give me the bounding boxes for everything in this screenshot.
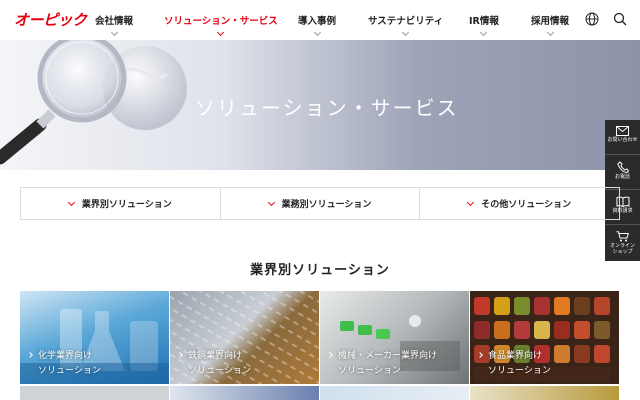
tab-label: その他ソリューション — [481, 200, 572, 210]
side-item-phone[interactable]: お電話 — [605, 155, 640, 190]
card-line2: ソリューション — [488, 366, 551, 376]
chevron-down-icon — [546, 28, 554, 37]
nav-label: 導入事例 — [298, 16, 337, 27]
card-line1: 化学業界向け — [38, 351, 93, 361]
card-line1: 機械・メーカー業界向け — [338, 351, 438, 361]
chevron-down-icon — [267, 198, 275, 206]
card-chemical[interactable]: 化学業界向け ソリューション — [20, 291, 169, 384]
nav-label: サステナビリティ — [368, 16, 444, 27]
solution-tabs: 業界別ソリューション 業務別ソリューション その他ソリューション — [20, 187, 620, 220]
nav-label: 会社情報 — [95, 16, 134, 27]
chevron-down-icon — [67, 198, 75, 206]
chevron-down-icon — [480, 28, 488, 37]
chevron-down-icon — [217, 28, 225, 37]
nav-ir[interactable]: IR情報 — [469, 13, 499, 37]
globe-icon[interactable] — [585, 12, 599, 26]
card-partial[interactable] — [20, 386, 169, 400]
nav-cases[interactable]: 導入事例 — [298, 13, 337, 37]
card-label: 鉄鋼業界向け ソリューション — [177, 349, 251, 379]
card-line2: ソリューション — [188, 366, 251, 376]
card-line2: ソリューション — [38, 366, 101, 376]
card-line1: 食品業界向け — [488, 351, 543, 361]
side-item-label: お問い合わせ — [607, 137, 638, 143]
chevron-down-icon — [313, 28, 321, 37]
card-food[interactable]: 食品業界向け ソリューション — [470, 291, 619, 384]
nav-sustainability[interactable]: サステナビリティ — [368, 13, 444, 37]
side-item-label: オンライン ショップ — [609, 243, 635, 255]
card-steel[interactable]: 鉄鋼業界向け ソリューション — [170, 291, 319, 384]
card-label: 食品業界向け ソリューション — [477, 349, 551, 379]
tab-label: 業界別ソリューション — [81, 200, 172, 210]
card-machinery[interactable]: 機械・メーカー業界向け ソリューション — [320, 291, 469, 384]
site-header: オーピック 会社情報 ソリューション・サービス 導入事例 サステナビリティ IR… — [0, 0, 640, 40]
chevron-down-icon — [402, 28, 410, 37]
search-icon[interactable] — [613, 12, 627, 26]
tab-label: 業務別ソリューション — [281, 200, 372, 210]
tab-operation[interactable]: 業務別ソリューション — [221, 188, 421, 219]
card-label: 化学業界向け ソリューション — [27, 349, 101, 379]
card-partial[interactable] — [320, 386, 469, 400]
hero-banner: ソリューション・サービス — [0, 40, 640, 170]
section-title: 業界別ソリューション — [250, 263, 390, 278]
nav-solutions[interactable]: ソリューション・サービス — [164, 13, 278, 37]
nav-company[interactable]: 会社情報 — [95, 13, 134, 37]
card-line2: ソリューション — [338, 366, 401, 376]
nav-label: 採用情報 — [531, 16, 570, 27]
side-item-contact[interactable]: お問い合わせ — [605, 120, 640, 155]
side-item-label: お電話 — [614, 174, 630, 180]
card-label: 機械・メーカー業界向け ソリューション — [327, 349, 438, 379]
phone-icon — [616, 161, 629, 173]
tab-industry[interactable]: 業界別ソリューション — [21, 188, 221, 219]
nav-label: IR情報 — [469, 16, 499, 27]
chevron-down-icon — [467, 198, 475, 206]
card-partial[interactable] — [170, 386, 319, 400]
chevron-down-icon — [110, 28, 118, 37]
tab-other[interactable]: その他ソリューション — [420, 188, 619, 219]
nav-label: ソリューション・サービス — [164, 16, 278, 27]
hero-title: ソリューション・サービス — [195, 96, 459, 120]
side-item-shop[interactable]: オンライン ショップ — [605, 225, 640, 260]
mail-icon — [616, 126, 629, 136]
cart-icon — [616, 231, 629, 242]
card-partial[interactable] — [470, 386, 619, 400]
logo[interactable]: オーピック — [14, 9, 87, 30]
nav-recruit[interactable]: 採用情報 — [531, 13, 570, 37]
card-line1: 鉄鋼業界向け — [188, 351, 243, 361]
